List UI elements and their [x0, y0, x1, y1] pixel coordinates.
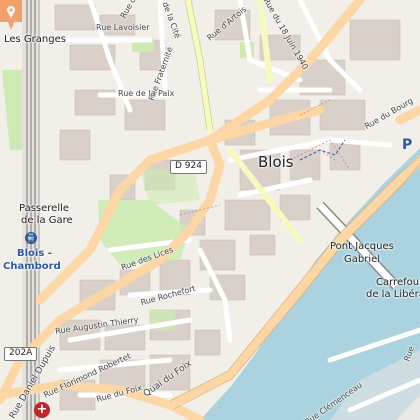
footbridge-label-1: Passerelle: [19, 203, 70, 214]
map-canvas[interactable]: Les Granges Blois Passerelle de la Gare …: [0, 0, 420, 420]
pharmacy-cross-icon[interactable]: +: [34, 402, 50, 418]
bridge-label-2: Gabriel: [344, 254, 381, 265]
street-label-lavoisier: Rue Lavoisier: [96, 23, 150, 32]
district-label: Les Granges: [4, 34, 66, 45]
crossroad-label-1: Carrefour: [376, 277, 420, 288]
location-pin-icon[interactable]: [0, 0, 22, 32]
city-label: Blois: [258, 153, 294, 171]
footbridge-label-2: de la Gare: [21, 215, 73, 226]
railway-station-icon[interactable]: 🚆: [25, 232, 37, 244]
street-label-paix: Rue de la Paix: [118, 89, 175, 98]
crossroad-label-2: de la Libérati: [366, 289, 420, 300]
parking-icon[interactable]: P: [402, 137, 412, 153]
road-shield-d202a: 202A: [4, 347, 38, 361]
road-shield-d924: D 924: [170, 160, 207, 174]
station-label-1: Blois -: [17, 248, 52, 259]
station-label-2: Chambord: [3, 261, 61, 272]
bridge-label-1: Pont Jacques: [330, 241, 394, 252]
